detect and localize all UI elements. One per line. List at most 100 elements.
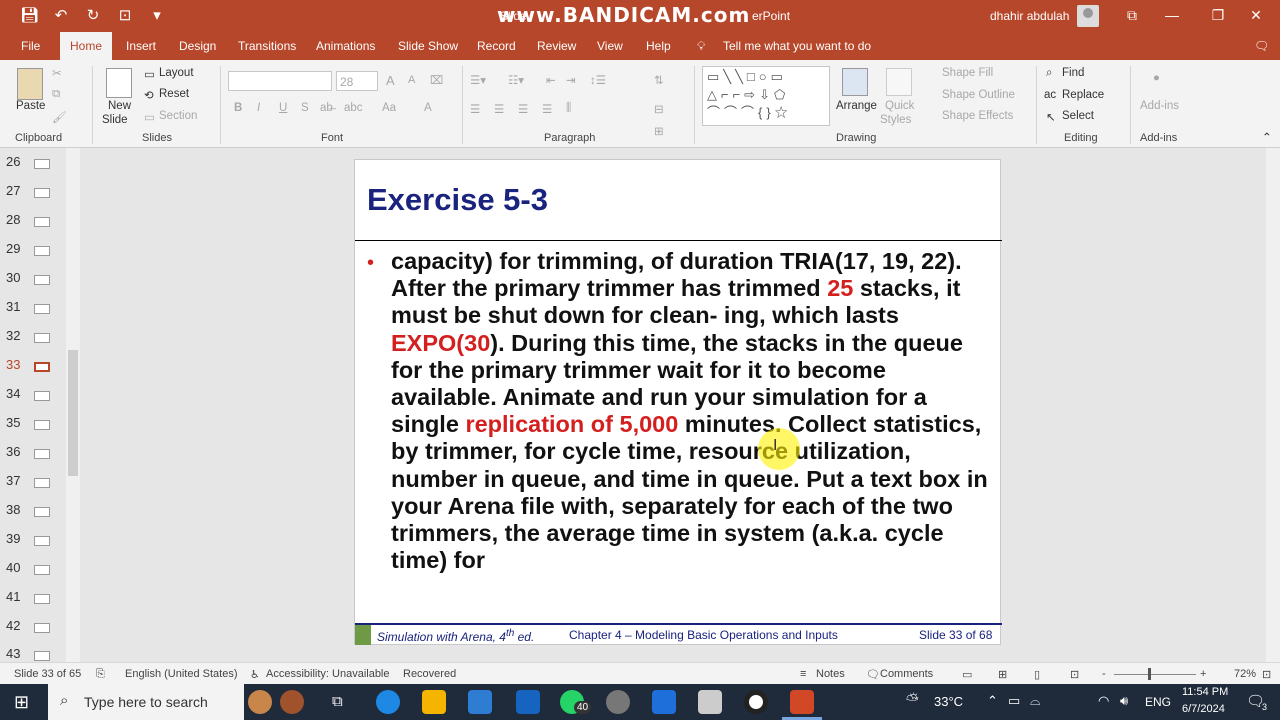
notepad-icon[interactable] [698, 690, 722, 714]
redo-icon[interactable]: ↻ [84, 6, 102, 24]
volume-icon[interactable]: 🔊︎ [1120, 693, 1128, 709]
numbering-icon[interactable]: ☷▾ [508, 73, 524, 87]
ribbon-display-icon[interactable]: ⧉ [1120, 4, 1144, 26]
tab-slide-show[interactable]: Slide Show [398, 39, 458, 53]
shape-outline-button[interactable]: Shape Outline [942, 89, 1015, 101]
replace-button[interactable]: Replace [1062, 89, 1104, 101]
tab-transitions[interactable]: Transitions [238, 39, 296, 53]
slideshow-view-icon[interactable]: ⊡ [1070, 668, 1079, 681]
line-spacing-icon[interactable]: ↕☰ [590, 73, 606, 87]
arrange-icon[interactable] [842, 68, 868, 96]
paste-button[interactable]: Paste [16, 100, 45, 112]
reset-button[interactable]: Reset [159, 88, 189, 100]
shape-fill-button[interactable]: Shape Fill [942, 67, 993, 79]
avatar[interactable] [1077, 5, 1099, 27]
weather-temp[interactable]: 33°C [934, 694, 963, 709]
align-right-icon[interactable]: ☰ [518, 102, 528, 116]
editor-scrollbar[interactable] [1266, 148, 1280, 662]
change-case-button[interactable]: Aa [382, 102, 396, 114]
clock-time[interactable]: 11:54 PM [1182, 686, 1228, 698]
align-left-icon[interactable]: ☰ [470, 102, 480, 116]
windows-start-icon[interactable]: ⊞ [14, 692, 29, 713]
arrange-button[interactable]: Arrange [836, 100, 877, 112]
notes-button[interactable]: Notes [816, 668, 845, 680]
comments-button[interactable]: Comments [880, 668, 933, 680]
zoom-slider[interactable] [1114, 674, 1196, 675]
increase-indent-icon[interactable]: ⇥ [566, 73, 576, 87]
zoom-out-button[interactable]: - [1102, 668, 1106, 680]
user-name[interactable]: dhahir abdulah [990, 9, 1069, 23]
paste-icon[interactable] [17, 68, 43, 100]
accessibility-status[interactable]: Accessibility: Unavailable [266, 668, 390, 680]
tray-chevron-icon[interactable]: ⌃ [987, 693, 998, 709]
quick-styles-button-2[interactable]: Styles [880, 114, 911, 126]
char-spacing-button[interactable]: abc [344, 102, 363, 114]
slide-body-text[interactable]: capacity) for trimming, of duration TRIA… [391, 248, 991, 574]
edge-icon[interactable] [376, 690, 400, 714]
justify-icon[interactable]: ☰ [542, 102, 552, 116]
wifi-icon[interactable]: ◠ [1098, 693, 1109, 709]
customize-qat-icon[interactable]: ▾ [148, 6, 166, 24]
decrease-indent-icon[interactable]: ⇤ [546, 73, 556, 87]
addins-button[interactable]: Add-ins [1140, 100, 1179, 112]
tell-me-search[interactable]: Tell me what you want to do [723, 39, 871, 53]
spelling-icon[interactable]: ⎘ [96, 668, 105, 681]
fit-slide-icon[interactable]: ⊡ [1262, 668, 1271, 681]
file-explorer-icon[interactable] [422, 690, 446, 714]
smartart-icon[interactable]: ⊞ [654, 124, 664, 138]
powerpoint-icon[interactable] [790, 690, 814, 714]
present-icon[interactable]: ⊡ [116, 6, 134, 24]
tab-insert[interactable]: Insert [126, 39, 156, 53]
maximize-button[interactable]: ❐ [1206, 4, 1230, 26]
format-painter-icon[interactable]: 🖌︎ [52, 110, 67, 124]
shadow-button[interactable]: S [301, 102, 309, 114]
tab-design[interactable]: Design [179, 39, 216, 53]
search-highlight-icon-2[interactable] [280, 690, 304, 714]
undo-icon[interactable]: ↶ [52, 6, 70, 24]
slide-canvas[interactable]: Exercise 5-3 • capacity) for trimming, o… [354, 159, 1002, 645]
underline-button[interactable]: U [279, 102, 287, 114]
taskbar-search[interactable]: ⌕ Type here to search [48, 684, 244, 720]
collapse-ribbon-icon[interactable]: ⌃ [1262, 130, 1272, 144]
columns-icon[interactable]: ⫼ [566, 102, 571, 115]
copy-icon[interactable]: ⧉ [52, 88, 60, 101]
tab-review[interactable]: Review [537, 39, 576, 53]
reading-view-icon[interactable]: ▯ [1034, 668, 1040, 681]
shrink-font-icon[interactable]: A [408, 74, 415, 86]
network-icon[interactable]: ⌓ [1030, 693, 1040, 709]
input-language[interactable]: ENG [1145, 695, 1171, 709]
clock-date[interactable]: 6/7/2024 [1182, 703, 1225, 715]
arena-icon[interactable] [652, 690, 676, 714]
find-button[interactable]: Find [1062, 67, 1084, 79]
section-button[interactable]: Section [159, 110, 197, 122]
zoom-slider-thumb[interactable] [1148, 668, 1151, 680]
search-highlight-icon[interactable] [248, 690, 272, 714]
font-color-button[interactable]: A [424, 102, 432, 114]
bold-button[interactable]: B [234, 102, 242, 114]
select-button[interactable]: Select [1062, 110, 1094, 122]
zoom-in-button[interactable]: + [1200, 668, 1206, 680]
quick-styles-icon[interactable] [886, 68, 912, 96]
sorter-view-icon[interactable]: ⊞ [998, 668, 1007, 681]
cut-icon[interactable]: ✂ [52, 66, 62, 80]
app-icon[interactable] [606, 690, 630, 714]
thumbnail-scroll-thumb[interactable] [68, 350, 78, 476]
strikethrough-icon[interactable]: ab̶ [320, 102, 333, 114]
new-slide-button[interactable]: New [108, 100, 131, 112]
new-slide-button-2[interactable]: Slide [102, 114, 128, 126]
align-center-icon[interactable]: ☰ [494, 102, 504, 116]
minimize-button[interactable]: — [1160, 4, 1184, 26]
layout-button[interactable]: Layout [159, 67, 194, 79]
italic-button[interactable]: I [257, 102, 260, 114]
new-slide-icon[interactable] [106, 68, 132, 98]
quick-styles-button[interactable]: Quick [885, 100, 914, 112]
align-text-icon[interactable]: ⊟ [654, 102, 664, 116]
battery-icon[interactable]: ▭ [1008, 693, 1020, 709]
normal-view-icon[interactable]: ▭ [962, 668, 972, 681]
comments-icon[interactable]: 🗨︎ [1254, 39, 1269, 53]
bandicam-icon[interactable] [744, 690, 768, 714]
addins-icon[interactable]: ● [1153, 72, 1160, 84]
task-view-icon[interactable]: ⧉ [332, 693, 343, 710]
shape-effects-button[interactable]: Shape Effects [942, 110, 1013, 122]
mail-icon[interactable] [516, 690, 540, 714]
